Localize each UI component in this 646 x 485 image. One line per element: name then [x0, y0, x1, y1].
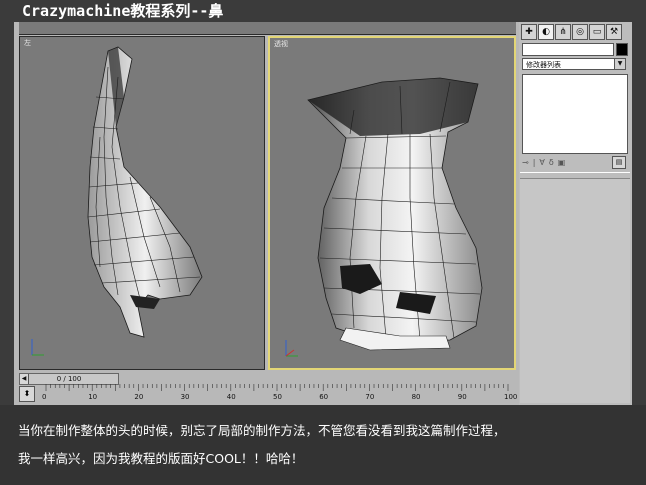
command-panel: ✚ ◐ ⋔ ◎ ▭ ⚒ 修改器列表 ▼ ⊸ | ∀ δ ▣ ▤ [519, 22, 632, 405]
track-tick-label: 70 [365, 393, 375, 401]
parameters-rollout[interactable] [520, 178, 630, 403]
nose-mesh-side [31, 46, 203, 356]
track-tick-label: 60 [319, 393, 329, 401]
track-tick-label: 40 [226, 393, 236, 401]
command-panel-tabs: ✚ ◐ ⋔ ◎ ▭ ⚒ [521, 24, 622, 40]
create-icon[interactable]: ✚ [521, 24, 537, 40]
make-unique-icon[interactable]: ∀ [539, 158, 544, 167]
track-tick-label: 90 [457, 393, 467, 401]
remove-modifier-icon[interactable]: δ [549, 158, 554, 167]
perspective-viewport[interactable]: 透视 [268, 36, 516, 370]
mini-curve-editor-icon[interactable]: ⬍ [19, 386, 35, 402]
caption-area: 当你在制作整体的头的时候，别忘了局部的制作方法，不管您看没看到我这篇制作过程， … [0, 405, 646, 485]
configure-modifier-sets-icon[interactable]: ▤ [612, 155, 626, 169]
track-tick-label: 80 [411, 393, 421, 401]
configure-sets-icon[interactable]: ▣ [558, 158, 566, 167]
object-name-field[interactable] [522, 43, 614, 56]
track-bar[interactable]: 0 10 20 30 40 50 60 70 80 90 100 [42, 384, 518, 404]
track-tick-label: 50 [273, 393, 282, 401]
tutorial-title: Crazymachine教程系列--鼻 [22, 2, 224, 20]
stack-toolbar: ⊸ | ∀ δ ▣ ▤ [522, 155, 626, 169]
perspective-viewport-axis-icon [285, 340, 298, 357]
nose-mesh-perspective [285, 77, 483, 357]
tutorial-banner: Crazymachine教程系列--鼻 [0, 0, 646, 22]
max-application-window: 左 透视 ✚ ◐ ⋔ ◎ ▭ ⚒ 修改器列表 ▼ ⊸ | ∀ δ ▣ ▤ ◀ 0… [14, 22, 632, 405]
pin-stack-icon[interactable]: ⊸ [522, 158, 529, 167]
time-slider-thumb[interactable]: ◀ [20, 374, 29, 384]
utilities-icon[interactable]: ⚒ [606, 24, 622, 40]
time-slider-text: 0 / 100 [56, 375, 82, 383]
left-viewport-axis-icon [31, 339, 44, 356]
chevron-down-icon[interactable]: ▼ [614, 59, 625, 69]
track-tick-label: 20 [134, 393, 144, 401]
track-tick-label: 30 [180, 393, 190, 401]
modifier-list-dropdown[interactable]: 修改器列表 ▼ [522, 58, 626, 70]
track-tick-label: 10 [88, 393, 98, 401]
top-viewport-strip[interactable] [19, 22, 516, 35]
modifier-stack-list[interactable] [522, 74, 628, 154]
show-end-result-icon[interactable]: | [533, 158, 536, 167]
motion-icon[interactable]: ◎ [572, 24, 588, 40]
hierarchy-icon[interactable]: ⋔ [555, 24, 571, 40]
modifier-list-label: 修改器列表 [526, 61, 561, 69]
panel-divider [520, 172, 630, 173]
left-viewport[interactable]: 左 [19, 36, 265, 370]
track-tick-label: 0 [42, 393, 47, 401]
object-color-swatch[interactable] [616, 43, 628, 56]
modify-icon[interactable]: ◐ [538, 24, 554, 40]
caption-line-1: 当你在制作整体的头的时候，别忘了局部的制作方法，不管您看没看到我这篇制作过程， [18, 423, 506, 438]
track-tick-label: 100 [504, 393, 518, 401]
caption-line-2: 我一样高兴，因为我教程的版面好COOL！！哈哈！ [18, 451, 304, 466]
display-icon[interactable]: ▭ [589, 24, 605, 40]
